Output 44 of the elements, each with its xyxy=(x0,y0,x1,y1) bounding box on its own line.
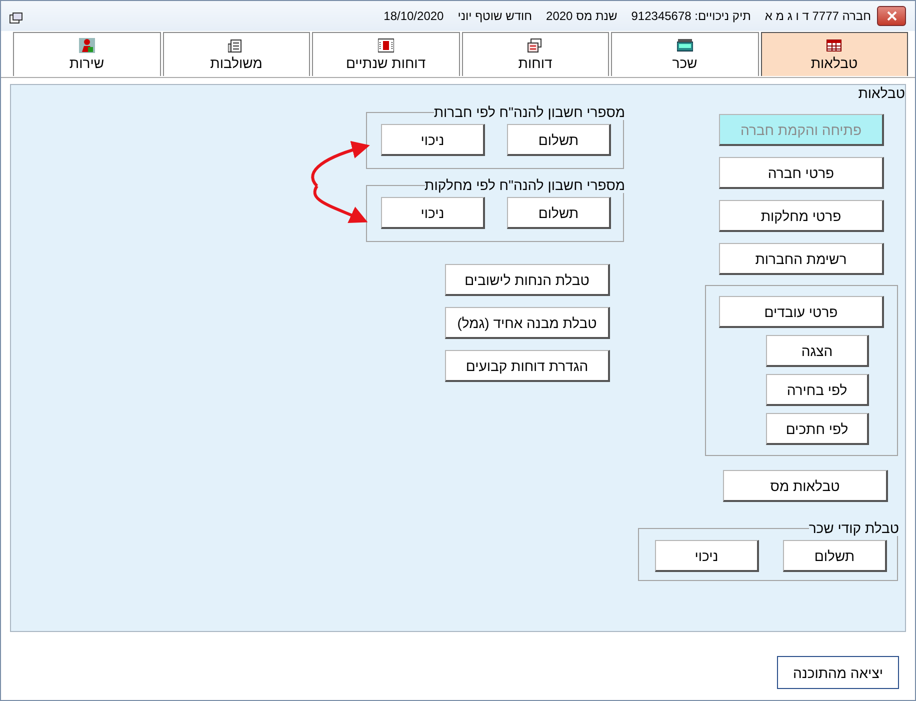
list-icon xyxy=(228,38,244,53)
exit-button[interactable]: יציאה מהתוכנה xyxy=(777,656,899,689)
button[interactable]: ניכוי xyxy=(381,197,485,229)
button[interactable]: רשימת החברות xyxy=(719,243,884,275)
table-icon xyxy=(826,38,842,53)
title-text: תיק ניכויים: 912345678 xyxy=(631,9,751,23)
group-title: מספרי חשבון להנה"ח לפי מחלקות xyxy=(424,177,625,193)
arrow xyxy=(311,141,370,187)
button[interactable]: הצגה xyxy=(766,335,869,367)
documents-icon xyxy=(527,38,544,53)
title-text: שנת מס 2020 xyxy=(546,9,618,23)
panel-title: טבלאות xyxy=(858,85,905,101)
tab[interactable]: דוחות שנתיים xyxy=(312,32,460,76)
group-title: טבלת קודי שכר xyxy=(808,520,899,536)
register-icon xyxy=(676,38,693,53)
button[interactable]: תשלום xyxy=(783,540,887,572)
title-text: חודש שוטף יוני xyxy=(458,9,532,23)
button[interactable]: הגדרת דוחות קבועים xyxy=(445,350,610,382)
tab[interactable]: שכר xyxy=(611,32,758,76)
button[interactable]: לפי בחירה xyxy=(766,374,869,406)
button[interactable]: לפי חתכים xyxy=(766,413,869,445)
button[interactable]: פרטי מחלקות xyxy=(719,200,884,232)
figure-icon xyxy=(78,38,95,53)
title-text: 18/10/2020 xyxy=(384,9,444,23)
button[interactable]: תשלום xyxy=(507,124,611,156)
group-title: מספרי חשבון להנה"ח לפי חברות xyxy=(434,104,625,120)
tab[interactable]: שירות xyxy=(13,32,160,76)
tab[interactable]: דוחות xyxy=(462,32,609,76)
button[interactable]: טבלת הנחות לישובים xyxy=(445,264,610,296)
button[interactable]: טבלת מבנה אחיד (גמל) xyxy=(445,307,610,339)
close-button[interactable] xyxy=(877,6,906,26)
button[interactable]: ניכוי xyxy=(655,540,759,572)
arrow xyxy=(313,185,368,224)
calendar-icon xyxy=(378,38,394,53)
button[interactable]: פרטי עובדים xyxy=(719,296,884,328)
tab[interactable]: משולבות xyxy=(162,32,310,76)
button[interactable]: ניכוי xyxy=(381,124,485,156)
close-icon xyxy=(886,11,898,21)
button[interactable]: טבלאות מס xyxy=(723,470,888,502)
title-text: חברה 7777 ד ו ג מ א xyxy=(764,9,871,23)
window-icon xyxy=(9,12,23,24)
button[interactable]: פרטי חברה xyxy=(719,157,884,189)
tab[interactable]: טבלאות xyxy=(760,32,908,76)
button[interactable]: תשלום xyxy=(507,197,611,229)
